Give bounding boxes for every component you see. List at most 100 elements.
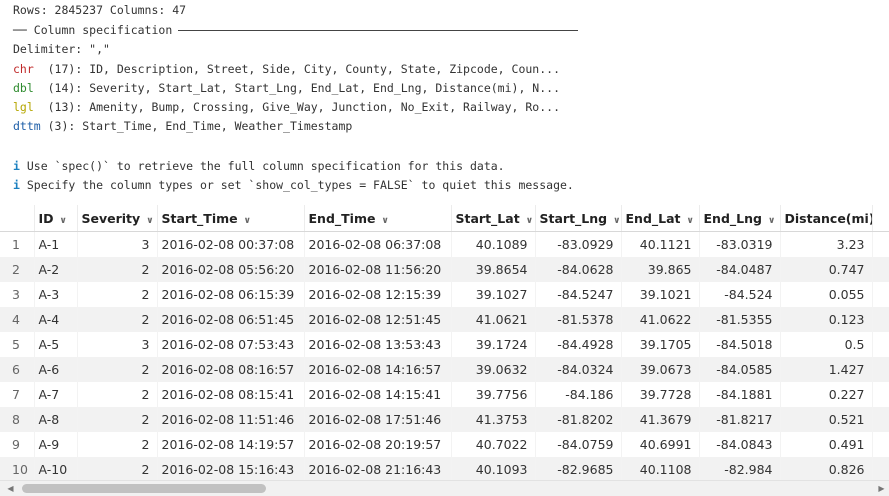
column-header-label: Start_Lng [539,210,608,226]
type-columns: Severity, Start_Lat, Start_Lng, End_Lat,… [89,81,560,95]
info-text: Use `spec()` to retrieve the full column… [26,159,505,173]
scroll-right-arrow-icon[interactable]: ▶ [874,481,889,496]
table-cell: -84.186 [535,382,622,407]
row-number: 6 [0,357,35,382]
chevron-down-icon[interactable]: ∨ [526,216,533,226]
table-cell: -83.0929 [535,231,622,257]
table-cell: -84.1881 [699,382,781,407]
scroll-left-arrow-icon[interactable]: ◀ [3,481,18,496]
table-cell: 39.1021 [621,282,700,307]
table-cell: 39.0632 [451,357,536,382]
column-spec-header: ── Column specification [13,21,579,40]
table-cell: -84.5247 [535,282,622,307]
table-cell: 2 [77,407,158,432]
table-cell: 2016-02-08 12:15:39 [304,282,452,307]
chevron-down-icon[interactable]: ∨ [768,216,775,226]
table-cell: 41.0621 [451,307,536,332]
console-output: Rows: 2845237 Columns: 47 ── Column spec… [0,0,889,205]
table-cell: 39.1705 [621,332,700,357]
column-header-id[interactable]: ID ∨ [34,205,78,232]
type-count: (14): [40,81,83,95]
overflow-cell [872,257,889,282]
column-header-label: End_Lng [703,210,762,226]
table-cell: 2016-02-08 15:16:43 [157,457,305,480]
type-columns: Amenity, Bump, Crossing, Give_Way, Junct… [89,100,560,114]
overflow-cell [872,231,889,257]
table-cell: 2 [77,457,158,480]
chevron-down-icon[interactable]: ∨ [613,216,620,226]
column-header-severity[interactable]: Severity ∨ [77,205,158,232]
column-header-end-lng[interactable]: End_Lng ∨ [699,205,781,232]
table-cell: 40.1089 [451,231,536,257]
table-cell: -81.8202 [535,407,622,432]
column-header-start-lng[interactable]: Start_Lng ∨ [535,205,622,232]
table-cell: -83.0319 [699,231,781,257]
table-cell: 0.5 [780,332,873,357]
row-number: 10 [0,457,35,480]
table-cell: 2016-02-08 21:16:43 [304,457,452,480]
table-cell: -84.0585 [699,357,781,382]
table-cell: 2 [77,307,158,332]
type-line-chr: chr (17): ID, Description, Street, Side,… [13,60,560,79]
table-cell: 40.7022 [451,432,536,457]
type-tag: dbl [13,81,41,95]
chevron-down-icon[interactable]: ∨ [244,216,251,226]
table-cell: A-7 [34,382,78,407]
table-cell: 2 [77,382,158,407]
table-cell: -82.984 [699,457,781,480]
type-tag: dttm [13,119,41,133]
row-number: 7 [0,382,35,407]
table-cell: 2016-02-08 20:19:57 [304,432,452,457]
chevron-down-icon[interactable]: ∨ [687,216,694,226]
info-icon: i [13,159,20,173]
column-header-start-lat[interactable]: Start_Lat ∨ [451,205,536,232]
column-header-end-time[interactable]: End_Time ∨ [304,205,452,232]
table-cell: 3 [77,332,158,357]
row-number: 9 [0,432,35,457]
chevron-down-icon[interactable]: ∨ [381,216,388,226]
overflow-cell [872,332,889,357]
table-cell: -84.0487 [699,257,781,282]
table-cell: 0.747 [780,257,873,282]
table-cell: 39.8654 [451,257,536,282]
horizontal-scrollbar[interactable]: ◀ ▶ [0,480,889,496]
table-cell: 2016-02-08 14:16:57 [304,357,452,382]
row-number-header [0,205,35,232]
column-header-end-lat[interactable]: End_Lat ∨ [621,205,700,232]
overflow-cell [872,432,889,457]
row-number: 5 [0,332,35,357]
table-cell: 39.865 [621,257,700,282]
chevron-down-icon[interactable]: ∨ [146,216,153,226]
table-cell: 2016-02-08 17:51:46 [304,407,452,432]
table-cell: 41.3753 [451,407,536,432]
table-cell: 0.826 [780,457,873,480]
table-cell: 2016-02-08 00:37:08 [157,231,305,257]
overflow-cell [872,282,889,307]
scrollbar-thumb[interactable] [22,484,266,493]
table-cell: A-2 [34,257,78,282]
type-count: (13): [40,100,83,114]
table-cell: 39.0673 [621,357,700,382]
table-cell: 2016-02-08 07:53:43 [157,332,305,357]
table-cell: 41.3679 [621,407,700,432]
overflow-header [872,205,889,232]
column-header-distance-mi[interactable]: Distance(mi)∨ [780,205,873,232]
column-header-start-time[interactable]: Start_Time ∨ [157,205,305,232]
column-header-label: End_Time [308,210,376,226]
overflow-cell [872,382,889,407]
type-tag: lgl [13,100,41,114]
table-cell: 2016-02-08 12:51:45 [304,307,452,332]
column-header-label: Start_Lat [455,210,520,226]
table-cell: 3 [77,231,158,257]
table-row: 8 A-8 2 2016-02-08 11:51:46 2016-02-08 17:51… [0,407,889,432]
table-cell: 40.1093 [451,457,536,480]
table-cell: 2 [77,257,158,282]
tibble-table: ID ∨ Severity ∨ Start_Time ∨ End_Time ∨ Start_La… [0,205,889,480]
type-count: (17): [40,62,83,76]
chevron-down-icon[interactable]: ∨ [60,216,67,226]
info-text: Specify the column types or set `show_co… [26,178,574,192]
type-tag: chr [13,62,41,76]
type-line-dbl: dbl (14): Severity, Start_Lat, Start_Lng… [13,79,560,98]
table-cell: -81.5355 [699,307,781,332]
table-row: 3 A-3 2 2016-02-08 06:15:39 2016-02-08 12:15… [0,282,889,307]
